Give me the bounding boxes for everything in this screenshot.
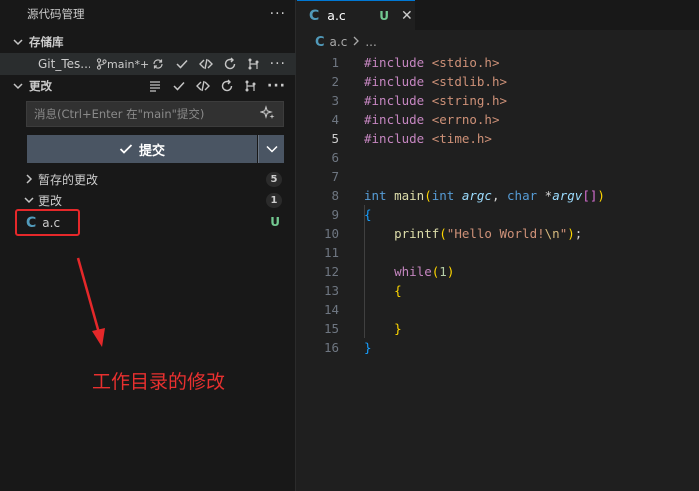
check-icon (119, 144, 133, 154)
code-line: 6 (297, 148, 699, 167)
highlighted-file-box[interactable]: C a.c (15, 209, 80, 236)
commit-check-icon[interactable] (171, 78, 187, 94)
source-control-sidebar: 源代码管理 ··· 存储库 Git_Tes... main*+ ··· 更改 ·… (0, 0, 296, 491)
tab-a-c[interactable]: C a.c U ✕ (297, 0, 415, 30)
line-number: 3 (331, 93, 339, 108)
close-icon[interactable]: ✕ (401, 8, 413, 24)
staged-changes-label: 暂存的更改 (38, 172, 99, 187)
branch-name: main*+ (107, 57, 150, 71)
changes-actions: ··· (147, 76, 286, 96)
changes-section-label: 更改 (29, 79, 52, 93)
line-number: 8 (331, 188, 339, 203)
git-graph-icon[interactable] (243, 78, 259, 94)
more-actions-icon[interactable]: ··· (267, 78, 286, 94)
line-number: 15 (323, 321, 339, 336)
code-line: 13 { (297, 281, 699, 300)
breadcrumb-file[interactable]: a.c (330, 35, 348, 49)
code-line: 4 #include <errno.h> (297, 110, 699, 129)
line-number: 4 (331, 112, 339, 127)
breadcrumb: C a.c ... (315, 33, 377, 51)
code-line: 2 #include <stdlib.h> (297, 72, 699, 91)
changes-count-badge: 1 (266, 193, 282, 208)
changes-section-header[interactable]: 更改 ··· (0, 76, 296, 96)
breadcrumb-more[interactable]: ... (365, 35, 376, 49)
line-number: 14 (323, 302, 339, 317)
staged-count-badge: 5 (266, 172, 282, 187)
c-file-icon: C (315, 34, 325, 50)
repository-name: Git_Tes... (38, 57, 90, 71)
commit-button[interactable]: 提交 (27, 135, 257, 163)
git-compare-icon[interactable] (198, 56, 214, 72)
more-actions-icon[interactable]: ··· (270, 56, 286, 72)
line-number: 12 (323, 264, 339, 279)
chevron-right-icon (22, 172, 36, 186)
repository-actions: ··· (150, 53, 286, 75)
view-as-list-icon[interactable] (147, 78, 163, 94)
line-number: 7 (331, 169, 339, 184)
tab-status-untracked: U (379, 8, 390, 23)
line-number: 11 (323, 245, 339, 260)
file-name: a.c (42, 215, 61, 230)
line-number: 10 (323, 226, 339, 241)
editor-area: C a.c U ✕ C a.c ... 1 #include <stdio.h> … (297, 0, 699, 491)
code-line: 16} (297, 338, 699, 357)
repository-row[interactable]: Git_Tes... main*+ ··· (0, 53, 296, 75)
commit-options-dropdown[interactable] (258, 135, 284, 163)
branch-indicator[interactable]: main*+ (96, 58, 149, 71)
line-number: 6 (331, 150, 339, 165)
refresh-icon[interactable] (222, 56, 238, 72)
code-line: 11 (297, 243, 699, 262)
line-number: 13 (323, 283, 339, 298)
commit-check-icon[interactable] (174, 56, 190, 72)
chevron-down-icon (265, 145, 278, 153)
annotation-arrow-icon (76, 257, 105, 347)
commit-button-label: 提交 (138, 143, 165, 159)
code-line: 14 (297, 300, 699, 319)
tab-bar: C a.c U ✕ (297, 0, 699, 30)
code-line: 3 #include <string.h> (297, 91, 699, 110)
git-branch-icon (96, 58, 107, 70)
panel-title-row: 源代码管理 ··· (0, 3, 296, 25)
changes-group[interactable]: 更改 1 (0, 189, 296, 211)
c-file-icon: C (26, 214, 37, 231)
line-number: 2 (331, 74, 339, 89)
code-line: 15 } (297, 319, 699, 338)
code-line: 7 (297, 167, 699, 186)
code-line: 9{ (297, 205, 699, 224)
code-line: 8 int main(int argc, char *argv[]) (297, 186, 699, 205)
chevron-down-icon (22, 193, 36, 207)
chevron-down-icon (11, 35, 25, 49)
line-number: 1 (331, 55, 339, 70)
code-line: 12 while(1) (297, 262, 699, 281)
code-editor[interactable]: 1 #include <stdio.h> 2 #include <stdlib.h>… (297, 53, 699, 357)
git-compare-icon[interactable] (195, 78, 211, 94)
sparkle-icon[interactable] (259, 105, 276, 124)
repositories-section-header[interactable]: 存储库 (0, 32, 296, 52)
line-number: 5 (331, 131, 339, 146)
code-line: 10 printf("Hello World!\n"); (297, 224, 699, 243)
code-line: 1 #include <stdio.h> (297, 53, 699, 72)
staged-changes-group[interactable]: 暂存的更改 5 (0, 168, 296, 190)
line-number: 16 (323, 340, 339, 355)
chevron-down-icon (11, 79, 25, 93)
chevron-right-icon (352, 35, 360, 49)
more-actions-icon[interactable]: ··· (270, 6, 286, 22)
commit-message-input[interactable] (26, 101, 284, 127)
line-number: 9 (331, 207, 339, 222)
changes-group-label: 更改 (38, 193, 63, 208)
sync-icon[interactable] (150, 56, 166, 72)
repositories-section-label: 存储库 (29, 35, 64, 49)
git-graph-icon[interactable] (246, 56, 262, 72)
tab-label: a.c (327, 8, 346, 23)
refresh-icon[interactable] (219, 78, 235, 94)
panel-title: 源代码管理 (27, 7, 85, 21)
c-file-icon: C (309, 7, 320, 24)
panel-actions: ··· (270, 3, 286, 25)
file-status-untracked: U (270, 215, 280, 229)
annotation-text: 工作目录的修改 (92, 371, 226, 393)
code-line-active: 5 #include <time.h> (297, 129, 699, 148)
